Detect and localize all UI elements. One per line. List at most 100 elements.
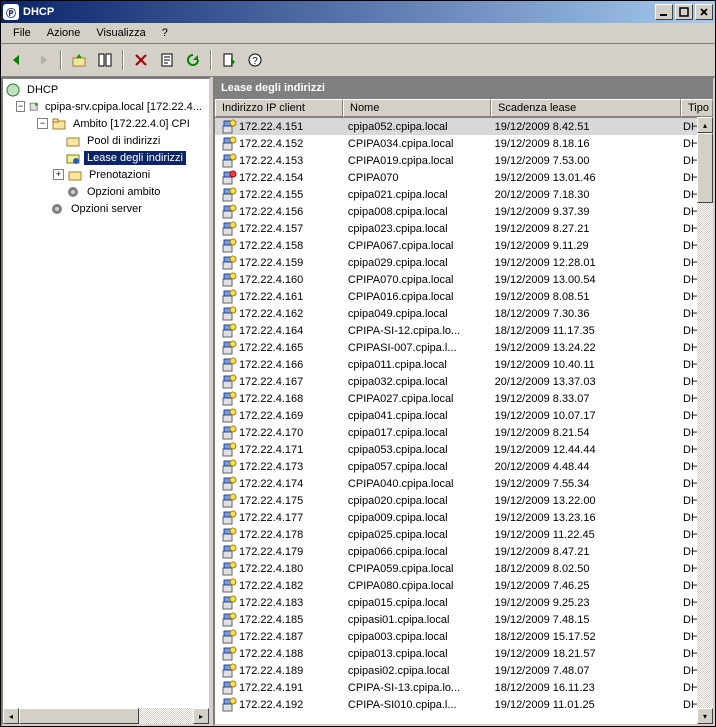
list-row[interactable]: 172.22.4.192CPIPA-SI010.cpipa.l...19/12/…: [215, 696, 713, 713]
tree-scope[interactable]: − Ambito [172.22.4.0] CPI: [5, 115, 209, 132]
list-row[interactable]: 172.22.4.167cpipa032.cpipa.local20/12/20…: [215, 373, 713, 390]
scroll-track[interactable]: [697, 133, 713, 708]
list-row[interactable]: 172.22.4.178cpipa025.cpipa.local19/12/20…: [215, 526, 713, 543]
list-row[interactable]: 172.22.4.170cpipa017.cpipa.local19/12/20…: [215, 424, 713, 441]
list-row[interactable]: 172.22.4.164CPIPA-SI-12.cpipa.lo...18/12…: [215, 322, 713, 339]
show-hide-tree-button[interactable]: [93, 48, 117, 72]
scroll-thumb[interactable]: [697, 133, 713, 203]
tree-root[interactable]: DHCP: [5, 81, 209, 98]
tree-scope-options[interactable]: Opzioni ambito: [5, 183, 209, 200]
col-header-type[interactable]: Tipo: [681, 99, 713, 117]
list-row[interactable]: 172.22.4.168CPIPA027.cpipa.local19/12/20…: [215, 390, 713, 407]
tree-reservations[interactable]: + Prenotazioni: [5, 166, 209, 183]
tree-pool[interactable]: Pool di indirizzi: [5, 132, 209, 149]
cell-expiry: 19/12/2009 12.44.44: [489, 444, 677, 456]
list-row[interactable]: 172.22.4.151cpipa052.cpipa.local19/12/20…: [215, 118, 713, 135]
tree-leases[interactable]: Lease degli indirizzi: [5, 149, 209, 166]
tree-server[interactable]: − cpipa-srv.cpipa.local [172.22.4...: [5, 98, 209, 115]
lease-icon: [221, 697, 237, 713]
maximize-button[interactable]: [675, 4, 693, 20]
scroll-right-button[interactable]: ▸: [193, 708, 209, 724]
cell-name: cpipasi02.cpipa.local: [342, 665, 489, 677]
list-row[interactable]: 172.22.4.155cpipa021.cpipa.local20/12/20…: [215, 186, 713, 203]
export-button[interactable]: [217, 48, 241, 72]
options-icon: [65, 184, 81, 200]
list-row[interactable]: 172.22.4.165CPIPASI-007.cpipa.l...19/12/…: [215, 339, 713, 356]
list-row[interactable]: 172.22.4.175cpipa020.cpipa.local19/12/20…: [215, 492, 713, 509]
refresh-button[interactable]: [181, 48, 205, 72]
scroll-thumb[interactable]: [19, 708, 139, 724]
list-row[interactable]: 172.22.4.173cpipa057.cpipa.local20/12/20…: [215, 458, 713, 475]
cell-expiry: 18/12/2009 7.30.36: [489, 308, 677, 320]
scroll-down-button[interactable]: ▾: [697, 708, 713, 724]
tree-h-scrollbar[interactable]: ◂ ▸: [3, 708, 209, 724]
cell-ip: 172.22.4.162: [215, 306, 342, 322]
cell-name: CPIPA070.cpipa.local: [342, 274, 489, 286]
col-header-exp[interactable]: Scadenza lease: [491, 99, 681, 117]
list-row[interactable]: 172.22.4.154CPIPA07019/12/2009 13.01.46D…: [215, 169, 713, 186]
delete-button[interactable]: [129, 48, 153, 72]
up-button[interactable]: [67, 48, 91, 72]
list-row[interactable]: 172.22.4.183cpipa015.cpipa.local19/12/20…: [215, 594, 713, 611]
collapse-icon[interactable]: −: [37, 118, 48, 129]
cell-ip: 172.22.4.165: [215, 340, 342, 356]
menu-help[interactable]: ?: [154, 25, 176, 41]
menu-action[interactable]: Azione: [39, 25, 89, 41]
collapse-icon[interactable]: −: [16, 101, 24, 112]
scroll-left-button[interactable]: ◂: [3, 708, 19, 724]
menu-view[interactable]: Visualizza: [88, 25, 153, 41]
svg-text:?: ?: [252, 56, 258, 67]
help-button[interactable]: ?: [243, 48, 267, 72]
back-button[interactable]: [5, 48, 29, 72]
list-row[interactable]: 172.22.4.153CPIPA019.cpipa.local19/12/20…: [215, 152, 713, 169]
list-row[interactable]: 172.22.4.188cpipa013.cpipa.local19/12/20…: [215, 645, 713, 662]
cell-name: cpipa021.cpipa.local: [342, 189, 489, 201]
list-row[interactable]: 172.22.4.182CPIPA080.cpipa.local19/12/20…: [215, 577, 713, 594]
cell-ip-text: 172.22.4.161: [239, 291, 303, 303]
properties-button[interactable]: [155, 48, 179, 72]
expand-icon[interactable]: +: [53, 169, 64, 180]
cell-ip: 172.22.4.156: [215, 204, 342, 220]
list-row[interactable]: 172.22.4.160CPIPA070.cpipa.local19/12/20…: [215, 271, 713, 288]
tree-root-label: DHCP: [24, 83, 61, 97]
list-row[interactable]: 172.22.4.158CPIPA067.cpipa.local19/12/20…: [215, 237, 713, 254]
list-row[interactable]: 172.22.4.152CPIPA034.cpipa.local19/12/20…: [215, 135, 713, 152]
cell-expiry: 19/12/2009 9.11.29: [489, 240, 677, 252]
list-row[interactable]: 172.22.4.161CPIPA016.cpipa.local19/12/20…: [215, 288, 713, 305]
close-button[interactable]: [695, 4, 713, 20]
cell-ip-text: 172.22.4.162: [239, 308, 303, 320]
list-row[interactable]: 172.22.4.191CPIPA-SI-13.cpipa.lo...18/12…: [215, 679, 713, 696]
tree-server-options[interactable]: Opzioni server: [5, 200, 209, 217]
lease-icon: [221, 425, 237, 441]
cell-name: cpipa025.cpipa.local: [342, 529, 489, 541]
cell-name: CPIPA040.cpipa.local: [342, 478, 489, 490]
list-row[interactable]: 172.22.4.187cpipa003.cpipa.local18/12/20…: [215, 628, 713, 645]
col-header-ip[interactable]: Indirizzo IP client: [215, 99, 343, 117]
lease-icon: [221, 187, 237, 203]
menu-file[interactable]: File: [5, 25, 39, 41]
list-row[interactable]: 172.22.4.174CPIPA040.cpipa.local19/12/20…: [215, 475, 713, 492]
list-row[interactable]: 172.22.4.162cpipa049.cpipa.local18/12/20…: [215, 305, 713, 322]
col-header-name[interactable]: Nome: [343, 99, 491, 117]
list-row[interactable]: 172.22.4.177cpipa009.cpipa.local19/12/20…: [215, 509, 713, 526]
list-row[interactable]: 172.22.4.159cpipa029.cpipa.local19/12/20…: [215, 254, 713, 271]
list-row[interactable]: 172.22.4.166cpipa011.cpipa.local19/12/20…: [215, 356, 713, 373]
cell-name: CPIPA016.cpipa.local: [342, 291, 489, 303]
list-row[interactable]: 172.22.4.171cpipa053.cpipa.local19/12/20…: [215, 441, 713, 458]
list-row[interactable]: 172.22.4.180CPIPA059.cpipa.local18/12/20…: [215, 560, 713, 577]
list-row[interactable]: 172.22.4.169cpipa041.cpipa.local19/12/20…: [215, 407, 713, 424]
list-v-scrollbar[interactable]: ▴ ▾: [697, 117, 713, 724]
list-row[interactable]: 172.22.4.179cpipa066.cpipa.local19/12/20…: [215, 543, 713, 560]
minimize-button[interactable]: [655, 4, 673, 20]
list-row[interactable]: 172.22.4.156cpipa008.cpipa.local19/12/20…: [215, 203, 713, 220]
list-row[interactable]: 172.22.4.157cpipa023.cpipa.local19/12/20…: [215, 220, 713, 237]
list-row[interactable]: 172.22.4.185cpipasi01.cpipa.local19/12/2…: [215, 611, 713, 628]
cell-ip-text: 172.22.4.154: [239, 172, 303, 184]
forward-button[interactable]: [31, 48, 55, 72]
list-row[interactable]: 172.22.4.189cpipasi02.cpipa.local19/12/2…: [215, 662, 713, 679]
cell-ip: 172.22.4.187: [215, 629, 342, 645]
scroll-track[interactable]: [19, 708, 193, 724]
lease-icon: [221, 289, 237, 305]
cell-ip-text: 172.22.4.156: [239, 206, 303, 218]
scroll-up-button[interactable]: ▴: [697, 117, 713, 133]
